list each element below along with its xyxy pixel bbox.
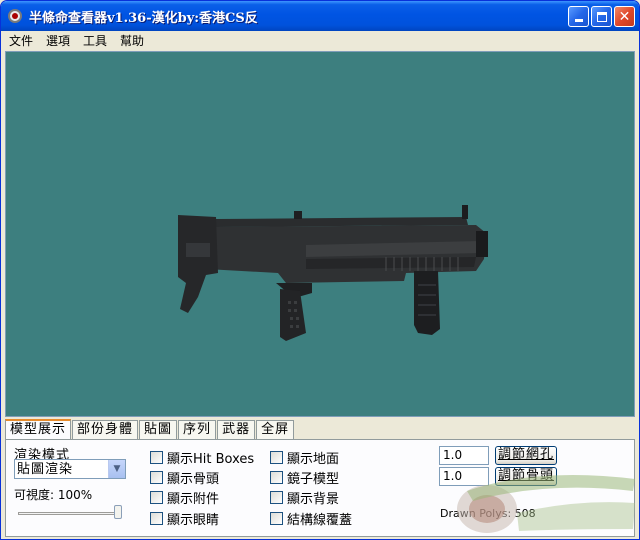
adjust-mesh-button[interactable]: 調節網孔 <box>495 446 558 465</box>
window-title: 半條命查看器v1.36-漢化by:香港CS反 <box>29 10 258 26</box>
checkbox-icon[interactable] <box>150 491 163 504</box>
checkbox-show-ground[interactable]: 顯示地面 <box>270 448 339 467</box>
app-window: 半條命查看器v1.36-漢化by:香港CS反 ✕ 文件 選項 工具 幫助 模型展… <box>0 0 640 540</box>
shotgun-model <box>178 205 488 341</box>
model-viewport[interactable] <box>5 51 635 417</box>
checkbox-show-background[interactable]: 顯示背景 <box>270 488 339 507</box>
tab-fullscreen[interactable]: 全屏 <box>256 420 295 440</box>
bone-scale-input[interactable]: 1.0 <box>439 467 489 486</box>
checkbox-show-hitboxes[interactable]: 顯示Hit Boxes <box>150 448 254 467</box>
checkbox-icon[interactable] <box>270 491 283 504</box>
checkbox-icon[interactable] <box>150 512 163 525</box>
checkbox-show-bones[interactable]: 顯示骨頭 <box>150 468 219 487</box>
tab-bar: 模型展示 部份身體 貼圖 序列 武器 全屏 <box>5 419 295 440</box>
checkbox-show-eyes[interactable]: 顯示眼睛 <box>150 509 219 528</box>
menu-bar: 文件 選項 工具 幫助 <box>1 31 639 51</box>
close-icon: ✕ <box>618 8 631 25</box>
tab-sequences[interactable]: 序列 <box>178 420 217 440</box>
checkbox-icon[interactable] <box>150 471 163 484</box>
opacity-slider-track[interactable] <box>18 512 122 515</box>
checkbox-icon[interactable] <box>270 512 283 525</box>
maximize-button[interactable] <box>591 6 612 27</box>
maximize-icon <box>596 11 607 22</box>
tab-body-parts[interactable]: 部份身體 <box>72 420 139 440</box>
minimize-button[interactable] <box>568 6 589 27</box>
opacity-slider-thumb[interactable] <box>114 505 122 519</box>
mesh-scale-input[interactable]: 1.0 <box>439 446 489 465</box>
opacity-label: 可視度: 100% <box>14 488 93 502</box>
tab-model-display[interactable]: 模型展示 <box>5 419 72 440</box>
checkbox-mirror-model[interactable]: 鏡子模型 <box>270 468 339 487</box>
menu-help[interactable]: 幫助 <box>115 32 149 50</box>
menu-options[interactable]: 選項 <box>41 32 75 50</box>
menu-file[interactable]: 文件 <box>4 32 38 50</box>
minimize-icon <box>574 19 583 22</box>
checkbox-icon[interactable] <box>270 471 283 484</box>
checkbox-icon[interactable] <box>270 451 283 464</box>
tab-textures[interactable]: 貼圖 <box>139 420 178 440</box>
close-button[interactable]: ✕ <box>614 6 635 27</box>
adjust-bones-button[interactable]: 調節骨頭 <box>495 467 558 486</box>
checkbox-wireframe-overlay[interactable]: 結構線覆蓋 <box>270 509 352 528</box>
tab-weapons[interactable]: 武器 <box>217 420 256 440</box>
checkbox-show-attachments[interactable]: 顯示附件 <box>150 488 219 507</box>
model-display-panel: 渲染模式 貼圖渲染 ▼ 可視度: 100% 顯示Hit Boxes 顯示骨頭 顯… <box>5 439 635 537</box>
chevron-down-icon[interactable]: ▼ <box>108 460 125 478</box>
render-mode-value: 貼圖渲染 <box>17 462 74 477</box>
render-mode-select[interactable]: 貼圖渲染 ▼ <box>14 459 126 479</box>
app-icon <box>7 8 23 24</box>
title-bar[interactable]: 半條命查看器v1.36-漢化by:香港CS反 ✕ <box>1 1 639 31</box>
menu-tools[interactable]: 工具 <box>78 32 112 50</box>
drawn-polys-label: Drawn Polys: 508 <box>440 507 536 520</box>
checkbox-icon[interactable] <box>150 451 163 464</box>
